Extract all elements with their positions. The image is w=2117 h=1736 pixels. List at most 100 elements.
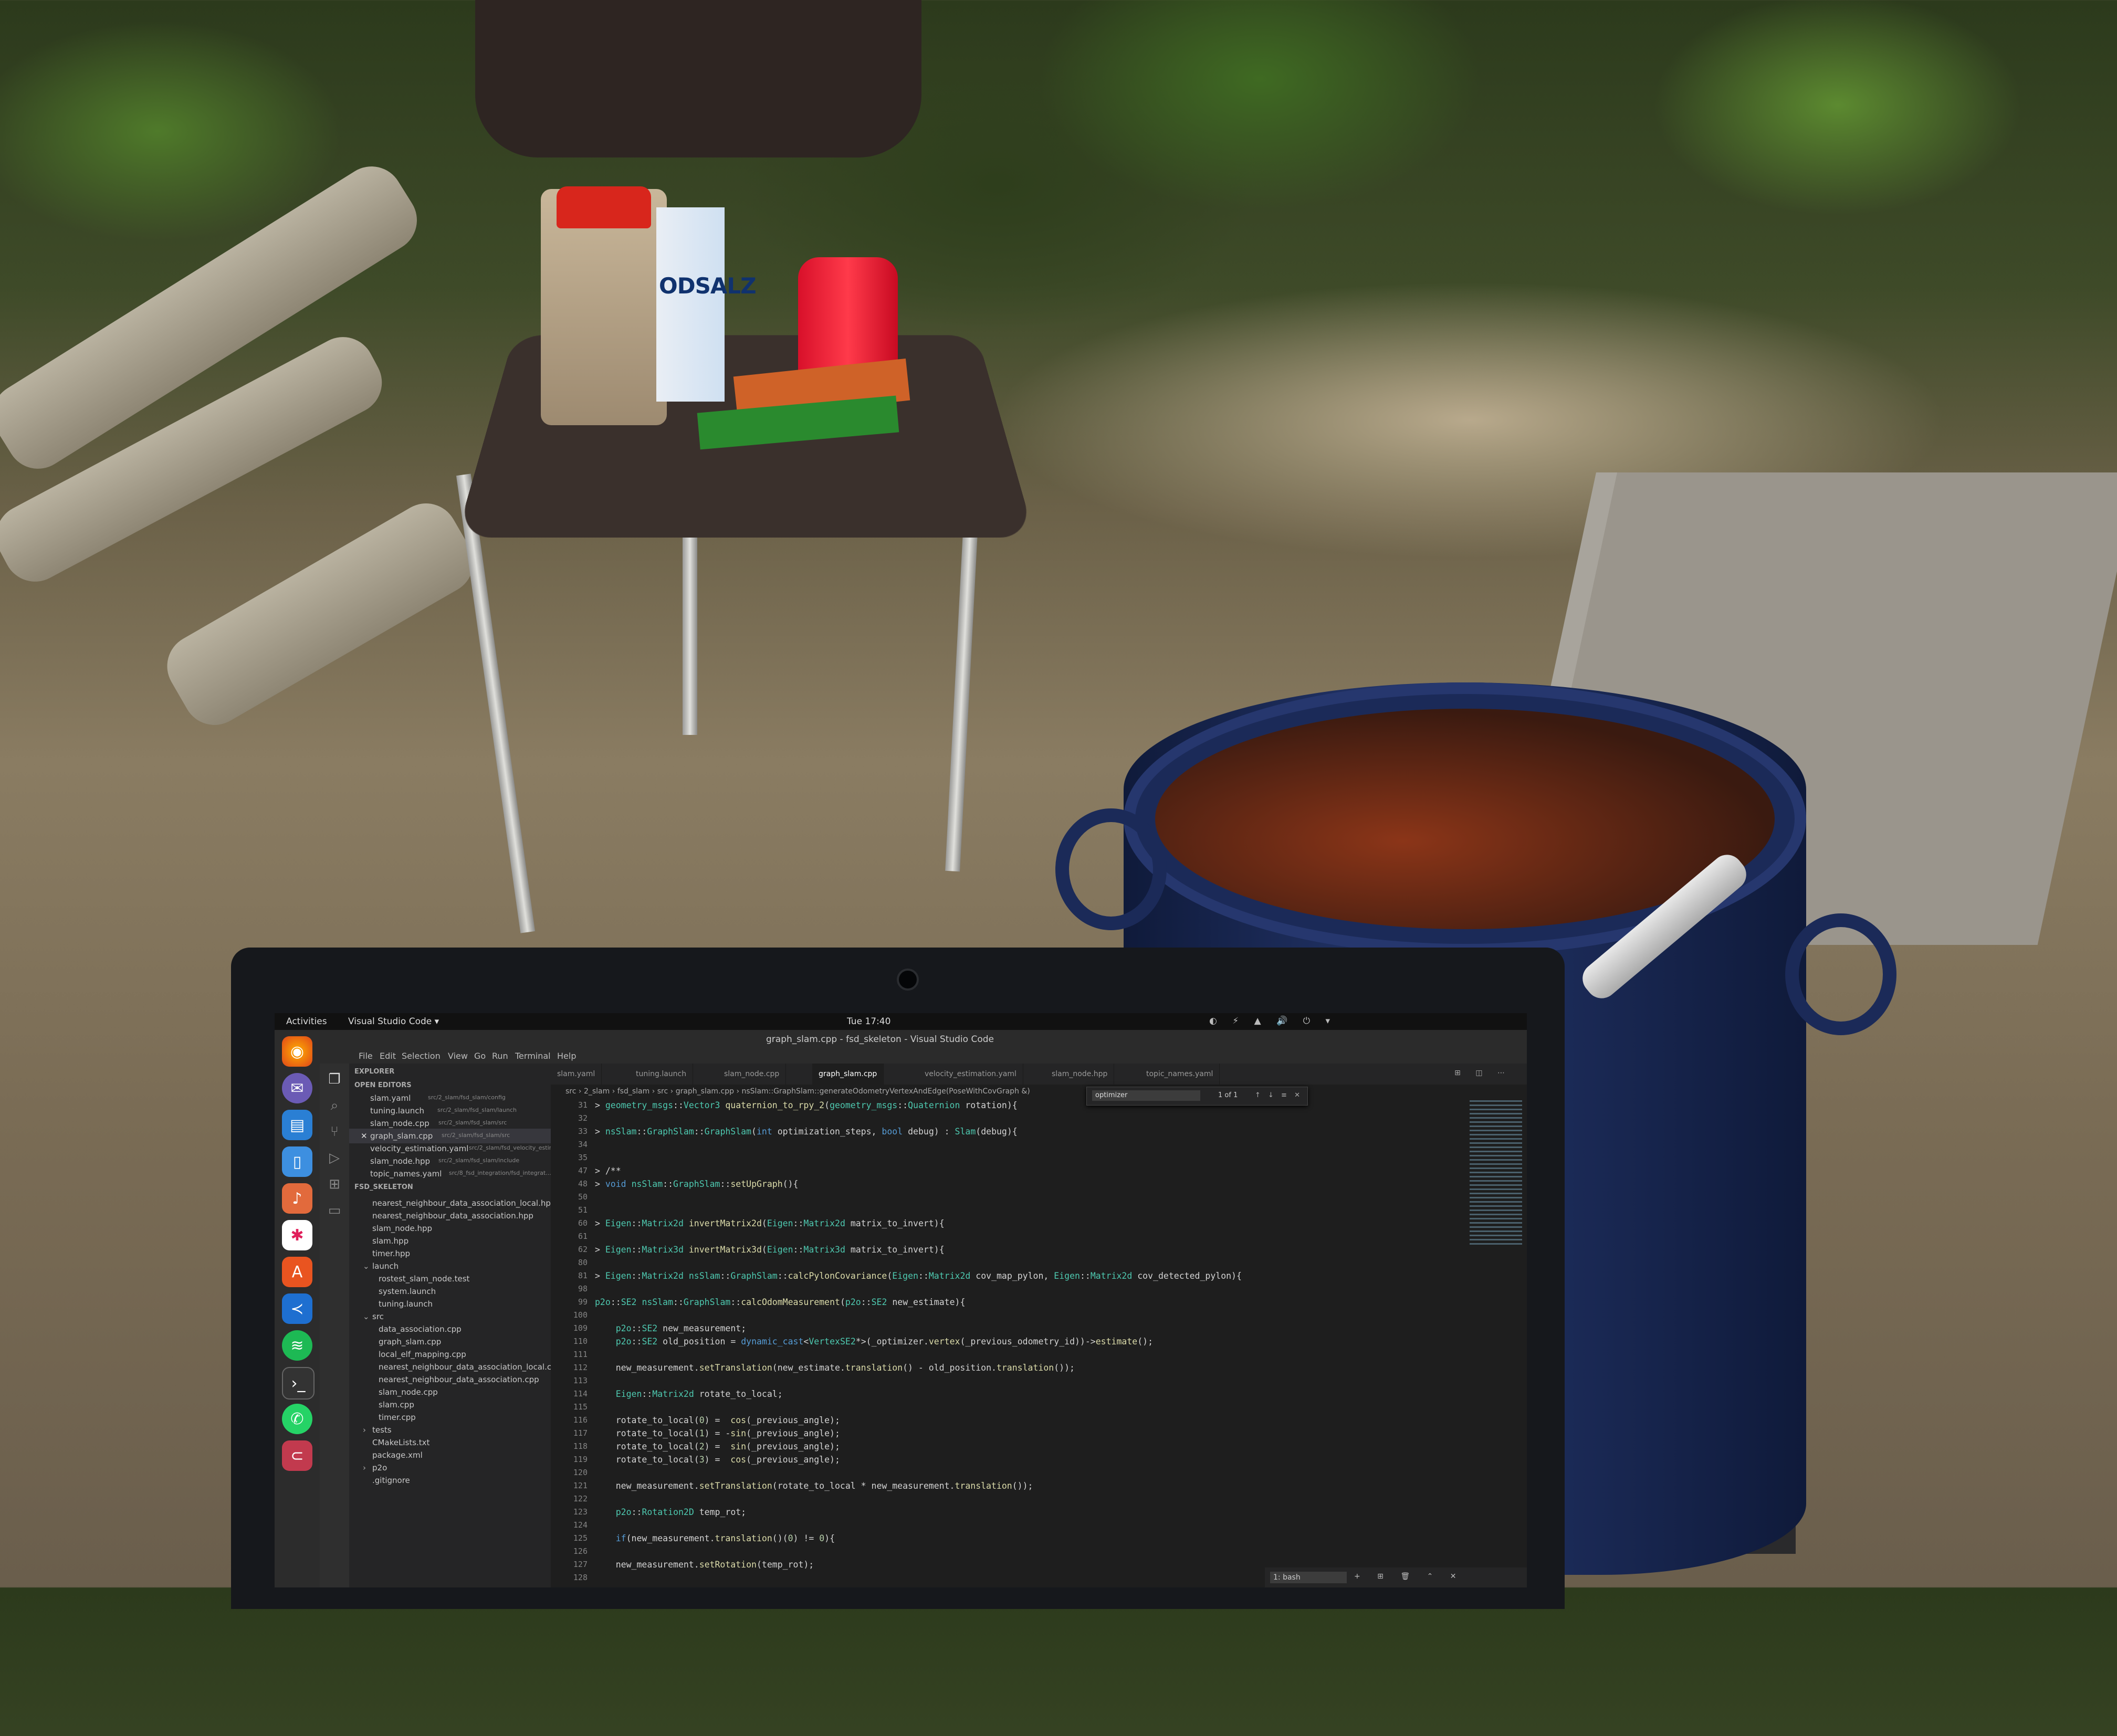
terminal-select[interactable]: 1: bash [1270, 1572, 1347, 1583]
file-path: src/2_slam/fsd_slam/src [438, 1119, 507, 1126]
code-line[interactable]: > Eigen::Matrix2d nsSlam::GraphSlam::cal… [595, 1271, 1242, 1281]
tree-item-label: data_association.cpp [379, 1324, 462, 1334]
rhythmbox-icon[interactable]: ♪ [282, 1183, 312, 1214]
tab-tuning-launch[interactable]: tuning.launch [630, 1064, 694, 1085]
menu-view[interactable]: View [448, 1051, 468, 1061]
software-icon[interactable]: A [282, 1257, 312, 1287]
menu-file[interactable]: File [359, 1051, 373, 1061]
project-header[interactable]: FSD_SKELETON [354, 1183, 413, 1191]
tab-slam-yaml[interactable]: slam.yaml [551, 1064, 602, 1085]
line-number: 116 [573, 1415, 588, 1425]
run-debug-icon[interactable]: ▷ [326, 1150, 343, 1166]
code-line[interactable]: > Eigen::Matrix2d invertMatrix2d(Eigen::… [595, 1218, 945, 1228]
gnome-top-bar: Activities Visual Studio Code ▾ Tue 17:4… [275, 1013, 1527, 1030]
terminal-panel-header: 1: bash + ⊞ 🗑 ⌃ ✕ [1265, 1567, 1527, 1587]
find-input[interactable]: optimizer [1092, 1090, 1200, 1101]
extensions-icon[interactable]: ⊞ [326, 1176, 343, 1193]
tree-item-label: slam_node.cpp [379, 1387, 438, 1397]
close-icon[interactable]: ✕ [361, 1131, 368, 1141]
code-line[interactable]: p2o::SE2 new_measurement; [595, 1323, 746, 1333]
open-editors-header[interactable]: OPEN EDITORS [354, 1081, 412, 1089]
code-line[interactable]: new_measurement.setTranslation(rotate_to… [595, 1481, 1033, 1491]
menu-edit[interactable]: Edit [380, 1051, 396, 1061]
editor-actions-icons[interactable]: ⊞ ◫ ⋯ [1454, 1069, 1511, 1077]
code-line[interactable]: > /** [595, 1166, 621, 1176]
chevron-right-icon: › [363, 1463, 366, 1472]
libreoffice-icon[interactable]: ▯ [282, 1146, 312, 1177]
tab-slam-node-cpp[interactable]: slam_node.cpp [718, 1064, 787, 1085]
code-line[interactable]: > Eigen::Matrix3d invertMatrix3d(Eigen::… [595, 1245, 945, 1255]
tree-item-label: slam.cpp [379, 1400, 414, 1409]
code-line[interactable]: Eigen::Matrix2d rotate_to_local; [595, 1389, 783, 1399]
tree-item-label: timer.cpp [379, 1413, 416, 1422]
search-icon[interactable]: ⌕ [326, 1097, 343, 1114]
thunderbird-icon[interactable]: ✉ [282, 1073, 312, 1103]
code-line[interactable]: > void nsSlam::GraphSlam::setUpGraph(){ [595, 1179, 798, 1189]
activities-button[interactable]: Activities [286, 1016, 327, 1027]
chair-backrest [475, 0, 921, 157]
dock: ◉ ✉ ▤ ▯ ♪ ✱ A ≺ ≋ ›_ ✆ ⊂ [275, 1030, 320, 1587]
chair-leg [456, 474, 536, 933]
firefox-icon[interactable]: ◉ [282, 1036, 312, 1067]
breadcrumb[interactable]: src › 2_slam › fsd_slam › src › graph_sl… [551, 1085, 1527, 1098]
tree-item-label: nearest_neighbour_data_association.cpp [379, 1375, 539, 1384]
explorer-icon[interactable]: ❐ [326, 1071, 343, 1088]
line-number: 120 [573, 1468, 588, 1477]
system-tray[interactable]: ◐ ⚡ ▲ 🔊 ⏻ ▾ [1209, 1016, 1336, 1026]
menu-bar: File Edit Selection View Go Run Terminal… [320, 1048, 1527, 1064]
tab-topic-names-yaml[interactable]: topic_names.yaml [1140, 1064, 1220, 1085]
chair-leg [683, 525, 697, 735]
window-title: graph_slam.cpp - fsd_skeleton - Visual S… [766, 1034, 994, 1045]
vscode-window: graph_slam.cpp - fsd_skeleton - Visual S… [320, 1030, 1527, 1587]
whatsapp-icon[interactable]: ✆ [282, 1404, 312, 1434]
gitk-icon[interactable]: ⊂ [282, 1440, 312, 1471]
files-icon[interactable]: ▤ [282, 1110, 312, 1140]
code-line[interactable]: rotate_to_local(1) = -sin(_previous_angl… [595, 1428, 840, 1438]
code-line[interactable]: rotate_to_local(0) = cos(_previous_angle… [595, 1415, 840, 1425]
menu-terminal[interactable]: Terminal [515, 1051, 551, 1061]
slack-icon[interactable]: ✱ [282, 1220, 312, 1250]
code-line[interactable]: rotate_to_local(3) = cos(_previous_angle… [595, 1455, 840, 1465]
vscode-icon[interactable]: ≺ [282, 1293, 312, 1324]
line-number: 122 [573, 1494, 588, 1503]
app-menu[interactable]: Visual Studio Code ▾ [348, 1016, 439, 1027]
chevron-down-icon: ⌄ [363, 1312, 370, 1321]
code-line[interactable]: rotate_to_local(2) = sin(_previous_angle… [595, 1442, 840, 1451]
find-options[interactable]: ↑ ↓ ≡ ✕ [1255, 1091, 1303, 1099]
terminal-actions[interactable]: + ⊞ 🗑 ⌃ ✕ [1354, 1572, 1464, 1581]
file-name: topic_names.yaml [370, 1169, 442, 1179]
menu-selection[interactable]: Selection [402, 1051, 441, 1061]
file-name: slam_node.hpp [370, 1156, 431, 1166]
file-path: src/2_slam/fsd_slam/config [428, 1094, 506, 1101]
menu-help[interactable]: Help [557, 1051, 576, 1061]
code-line[interactable]: new_measurement.setRotation(temp_rot); [595, 1560, 814, 1570]
code-area[interactable]: > geometry_msgs::Vector3 quaternion_to_r… [595, 1100, 1393, 1587]
code-line[interactable]: > geometry_msgs::Vector3 quaternion_to_r… [595, 1100, 1018, 1110]
open-editor-item[interactable]: topic_names.yaml src/8_fsd_integration/fs… [349, 1166, 551, 1181]
tab-velocity-estimation-yaml[interactable]: velocity_estimation.yaml [918, 1064, 1023, 1085]
source-control-icon[interactable]: ⑂ [326, 1123, 343, 1140]
code-line[interactable]: p2o::SE2 old_position = dynamic_cast<Ver… [595, 1337, 1153, 1346]
tree-item[interactable]: .gitignore [349, 1473, 551, 1488]
code-line[interactable]: > nsSlam::GraphSlam::GraphSlam(int optim… [595, 1127, 1018, 1137]
remote-explorer-icon[interactable]: ▭ [326, 1202, 343, 1219]
minimap[interactable] [1470, 1100, 1522, 1247]
code-line[interactable]: p2o::Rotation2D temp_rot; [595, 1507, 746, 1517]
code-line[interactable]: if(new_measurement.translation()(0) != 0… [595, 1533, 835, 1543]
line-number: 61 [578, 1232, 588, 1241]
menu-go[interactable]: Go [474, 1051, 486, 1061]
tab-slam-node-hpp[interactable]: slam_node.hpp [1045, 1064, 1115, 1085]
terminal-icon[interactable]: ›_ [282, 1367, 315, 1400]
clock[interactable]: Tue 17:40 [847, 1016, 890, 1027]
line-number: 80 [578, 1258, 588, 1267]
spotify-icon[interactable]: ≋ [282, 1330, 312, 1361]
tab-graph-slam-cpp[interactable]: graph_slam.cpp [812, 1064, 884, 1085]
editor-area: slam.yaml tuning.launch slam_node.cpp gr… [551, 1064, 1527, 1587]
code-line[interactable]: new_measurement.setTranslation(new_estim… [595, 1363, 1075, 1373]
line-number: 50 [578, 1192, 588, 1202]
line-number: 110 [573, 1337, 588, 1346]
menu-run[interactable]: Run [492, 1051, 508, 1061]
code-line[interactable]: p2o::SE2 nsSlam::GraphSlam::calcOdomMeas… [595, 1297, 965, 1307]
line-number: 35 [578, 1153, 588, 1162]
line-number: 51 [578, 1205, 588, 1215]
